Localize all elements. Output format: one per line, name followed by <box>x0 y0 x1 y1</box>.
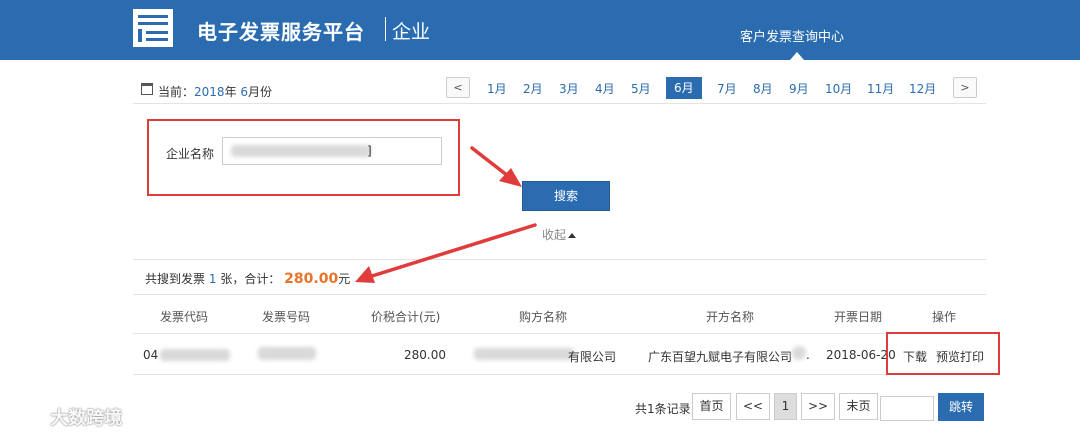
prev-page-button[interactable]: << <box>736 393 770 420</box>
col-header-seller-name: 开方名称 <box>706 310 755 324</box>
cell-amount: 280.00 <box>404 348 446 362</box>
current-period: 当前：2018年 6月份 <box>158 83 272 100</box>
platform-logo-icon[interactable] <box>133 9 173 47</box>
summary-middle: 张，合计： <box>220 272 281 286</box>
watermark-text: 大数跨境 <box>50 408 123 429</box>
total-amount: 280.00 <box>284 271 339 287</box>
cell-invoice-code: 04 <box>143 348 159 362</box>
month-nov[interactable]: 11月 <box>867 80 894 97</box>
redacted-text <box>160 349 230 361</box>
month-feb[interactable]: 2月 <box>523 80 543 97</box>
arrow-to-search-icon <box>470 146 522 187</box>
divider <box>133 103 986 104</box>
redacted-text <box>792 346 806 360</box>
active-nav-caret-icon <box>790 52 804 60</box>
divider <box>133 259 986 260</box>
brand-subtitle: 企业 <box>392 21 431 43</box>
collapse-toggle[interactable]: 收起 <box>542 226 577 243</box>
brand-divider <box>385 17 386 41</box>
month-suffix: 月份 <box>248 85 273 99</box>
col-header-invoice-code: 发票代码 <box>160 310 209 324</box>
month-sep[interactable]: 9月 <box>789 80 809 97</box>
annotation-highlight-box <box>886 332 1000 375</box>
first-page-button[interactable]: 首页 <box>692 393 731 420</box>
jump-button[interactable]: 跳转 <box>938 393 984 421</box>
month-dec[interactable]: 12月 <box>909 80 936 97</box>
month-jul[interactable]: 7月 <box>717 80 737 97</box>
collapse-label: 收起 <box>542 228 567 242</box>
month-may[interactable]: 5月 <box>631 80 651 97</box>
year-suffix: 年 <box>224 85 237 99</box>
page-number-input[interactable] <box>880 396 934 421</box>
divider <box>133 333 986 334</box>
total-records: 共1条记录 <box>635 402 691 416</box>
month-apr[interactable]: 4月 <box>595 80 615 97</box>
watermark-logo-icon <box>11 411 42 426</box>
prev-month-button[interactable]: < <box>446 77 470 98</box>
divider <box>133 294 986 295</box>
arrow-to-summary-icon <box>355 223 537 283</box>
current-page-button[interactable]: 1 <box>774 393 797 420</box>
search-button[interactable]: 搜索 <box>522 181 610 211</box>
company-name-input[interactable]: ] <box>222 137 442 165</box>
cell-seller: 广东百望九赋电子有限公司 <box>648 350 793 364</box>
calendar-icon <box>141 83 153 95</box>
amount-unit: 元 <box>338 272 351 286</box>
last-page-button[interactable]: 末页 <box>839 393 878 420</box>
month-jan[interactable]: 1月 <box>487 80 507 97</box>
cell-seller-suffix: . <box>806 348 810 362</box>
company-value-suffix: ] <box>367 144 372 158</box>
col-header-buyer-name: 购方名称 <box>519 310 568 324</box>
top-header: 电子发票服务平台 企业 客户发票查询中心 <box>0 0 1080 60</box>
caret-up-icon <box>568 233 577 238</box>
col-header-total-with-tax: 价税合计(元) <box>371 310 441 324</box>
current-prefix: 当前： <box>158 85 195 99</box>
col-header-issue-date: 开票日期 <box>834 310 883 324</box>
brand-title: 电子发票服务平台 <box>197 20 365 44</box>
next-month-button[interactable]: > <box>953 77 977 98</box>
current-year: 2018 <box>194 85 225 99</box>
col-header-invoice-number: 发票号码 <box>262 310 311 324</box>
company-name-label: 企业名称 <box>166 147 215 161</box>
search-summary: 共搜到发票 1 张，合计： 280.00元 <box>145 270 350 287</box>
summary-prefix: 共搜到发票 <box>145 272 206 286</box>
next-page-button[interactable]: >> <box>801 393 835 420</box>
invoice-count: 1 <box>208 272 217 286</box>
nav-customer-invoice-query[interactable]: 客户发票查询中心 <box>740 26 844 45</box>
redacted-text <box>474 348 574 360</box>
watermark: 大数跨境 <box>10 404 122 430</box>
col-header-actions: 操作 <box>932 310 957 324</box>
cell-buyer-suffix: 有限公司 <box>568 350 617 364</box>
month-jun-active[interactable]: 6月 <box>666 77 702 99</box>
month-mar[interactable]: 3月 <box>559 80 579 97</box>
current-month: 6 <box>240 85 249 99</box>
redacted-text <box>258 347 316 360</box>
divider <box>133 374 986 375</box>
month-oct[interactable]: 10月 <box>825 80 852 97</box>
month-aug[interactable]: 8月 <box>753 80 773 97</box>
redacted-text <box>231 145 371 157</box>
